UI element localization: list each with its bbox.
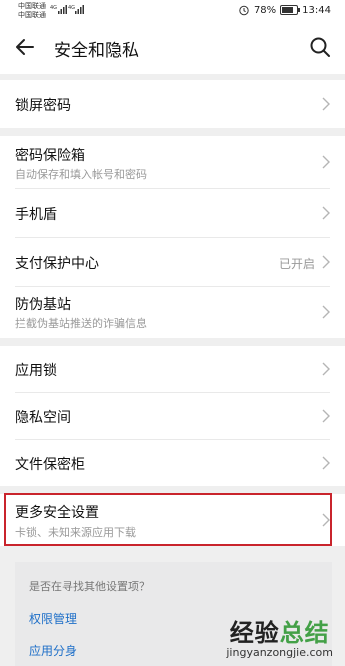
status-bar: 中国联通 中国联通 4G 4G 78% 13:44: [0, 0, 345, 22]
settings-item-file-safe[interactable]: 文件保密柜: [0, 440, 345, 486]
item-subtitle: 自动保存和填入帐号和密码: [15, 168, 147, 181]
status-right: 78% 13:44: [238, 3, 331, 17]
chevron-right-icon: [322, 206, 330, 220]
suggestion-question: 是否在寻找其他设置项？: [29, 580, 150, 593]
link-app-twin[interactable]: 应用分身: [29, 642, 77, 659]
item-label: 防伪基站: [15, 297, 71, 313]
chevron-right-icon: [322, 409, 330, 423]
settings-item-lock-screen-password[interactable]: 锁屏密码: [0, 80, 345, 128]
section-lock: 锁屏密码: [0, 80, 345, 128]
item-label: 文件保密柜: [15, 457, 85, 473]
network-type-1: 4G: [50, 5, 57, 11]
item-label: 锁屏密码: [15, 98, 71, 114]
settings-item-password-vault[interactable]: 密码保险箱 自动保存和填入帐号和密码: [0, 136, 345, 188]
chevron-right-icon: [322, 155, 330, 169]
signal-icon: 4G 4G: [50, 5, 84, 14]
section-privacy: 应用锁 隐私空间 文件保密柜: [0, 346, 345, 486]
chevron-right-icon: [322, 456, 330, 470]
item-label: 隐私空间: [15, 410, 71, 426]
highlight-box: [4, 493, 332, 546]
link-permission-manager[interactable]: 权限管理: [29, 610, 77, 627]
section-security: 密码保险箱 自动保存和填入帐号和密码 手机盾 支付保护中心 已开启 防伪基站 拦…: [0, 136, 345, 338]
search-icon[interactable]: [309, 36, 331, 58]
settings-item-payment-protection[interactable]: 支付保护中心 已开启: [0, 238, 345, 286]
chevron-right-icon: [322, 255, 330, 269]
watermark: 经验总结 jingyanzongjie.com: [226, 613, 333, 659]
battery-icon: [280, 5, 301, 15]
chevron-right-icon: [322, 305, 330, 319]
carrier-1: 中国联通: [18, 2, 46, 10]
carrier-info: 中国联通 中国联通: [18, 2, 46, 20]
back-arrow-icon[interactable]: [14, 36, 36, 58]
item-label: 支付保护中心: [15, 256, 99, 272]
network-type-2: 4G: [68, 5, 75, 11]
settings-item-fake-base-station[interactable]: 防伪基站 拦截伪基站推送的诈骗信息: [0, 287, 345, 338]
item-label: 手机盾: [15, 207, 57, 223]
page-title: 安全和隐私: [54, 41, 139, 61]
item-label: 密码保险箱: [15, 148, 85, 164]
settings-item-private-space[interactable]: 隐私空间: [0, 393, 345, 439]
battery-percent: 78%: [253, 4, 277, 16]
chevron-right-icon: [322, 97, 330, 111]
carrier-2: 中国联通: [18, 11, 46, 19]
clock: 13:44: [302, 4, 331, 16]
item-subtitle: 拦截伪基站推送的诈骗信息: [15, 317, 147, 330]
status-value: 已开启: [278, 257, 315, 271]
settings-item-phone-shield[interactable]: 手机盾: [0, 189, 345, 237]
watermark-url: jingyanzongjie.com: [226, 646, 333, 659]
alarm-icon: [239, 5, 249, 16]
app-bar: 安全和隐私: [0, 22, 345, 74]
settings-item-app-lock[interactable]: 应用锁: [0, 346, 345, 392]
item-label: 应用锁: [15, 363, 57, 379]
chevron-right-icon: [322, 362, 330, 376]
watermark-logo: 经验总结: [229, 619, 330, 647]
